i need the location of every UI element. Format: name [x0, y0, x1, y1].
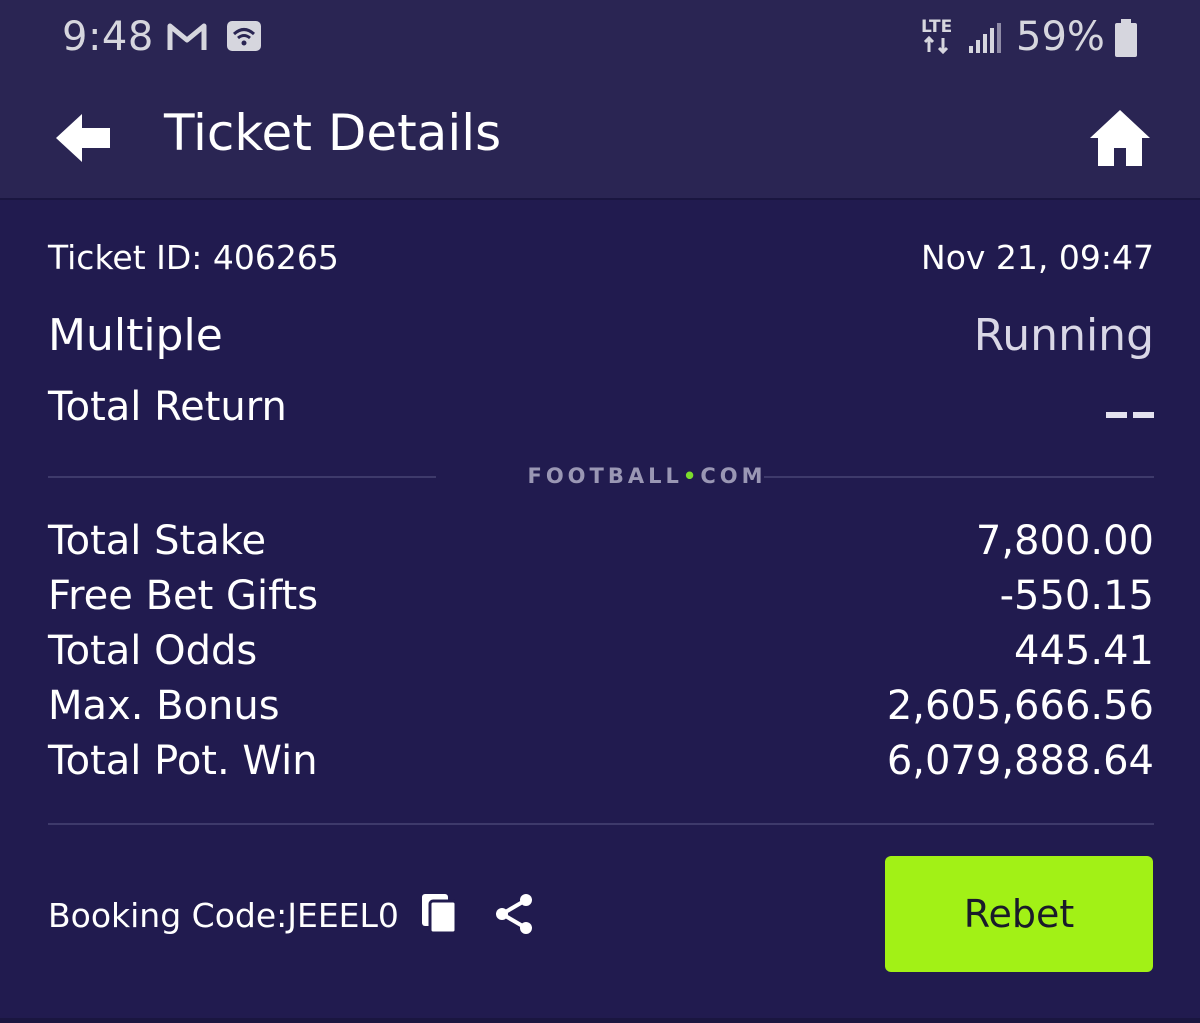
wifi-icon [227, 21, 261, 51]
summary-row-max-bonus: Max. Bonus 2,605,666.56 [48, 683, 1154, 735]
summary-value: 2,605,666.56 [886, 683, 1154, 729]
back-arrow-icon[interactable] [52, 106, 116, 170]
brand-divider: FOOTBALL•COM [48, 464, 1154, 490]
summary-row-total-pot-win: Total Pot. Win 6,079,888.64 [48, 738, 1154, 790]
bet-type-row: Multiple Running [48, 310, 1154, 366]
summary-value: 7,800.00 [975, 518, 1154, 564]
signal-icon [969, 23, 1001, 53]
ticket-info-row: Ticket ID: 406265 Nov 21, 09:47 [48, 238, 1154, 282]
summary-label: Max. Bonus [48, 683, 280, 729]
status-time: 9:48 [62, 14, 154, 60]
summary-label: Total Pot. Win [48, 738, 318, 784]
total-return-label: Total Return [48, 384, 287, 430]
lte-icon: LTE [921, 17, 952, 55]
app-bar: Ticket Details [0, 78, 1200, 200]
summary-value: -550.15 [999, 573, 1154, 619]
home-icon[interactable] [1088, 106, 1152, 170]
booking-code: Booking Code:JEEEL0 [48, 896, 399, 935]
svg-text:LTE: LTE [921, 17, 952, 37]
summary-label: Total Odds [48, 628, 258, 674]
battery-icon [1115, 19, 1137, 57]
gmail-icon [167, 23, 207, 50]
rebet-button[interactable]: Rebet [885, 856, 1153, 972]
status-bar: 9:48 LTE 59% [0, 0, 1200, 78]
battery-percent: 59% [1016, 14, 1105, 60]
summary-label: Free Bet Gifts [48, 573, 319, 619]
ticket-id: Ticket ID: 406265 [48, 238, 339, 277]
copy-icon[interactable] [420, 892, 460, 936]
ticket-datetime: Nov 21, 09:47 [921, 238, 1154, 277]
summary-value: 6,079,888.64 [886, 738, 1154, 784]
summary-label: Total Stake [48, 518, 267, 564]
page-title: Ticket Details [164, 104, 502, 162]
brand-logo: FOOTBALL•COM [527, 464, 767, 488]
summary-row-total-odds: Total Odds 445.41 [48, 628, 1154, 680]
bottom-edge [0, 1018, 1200, 1023]
summary-value: 445.41 [1014, 628, 1154, 674]
bet-type: Multiple [48, 310, 223, 361]
ticket-details: Ticket ID: 406265 Nov 21, 09:47 Multiple… [0, 200, 1200, 1023]
summary-row-free-bet-gifts: Free Bet Gifts -550.15 [48, 573, 1154, 625]
total-return-row: Total Return [48, 384, 1154, 436]
divider-line-left [48, 476, 436, 478]
bet-status: Running [973, 310, 1154, 361]
summary-row-total-stake: Total Stake 7,800.00 [48, 518, 1154, 570]
divider-line-right [764, 476, 1154, 478]
share-icon[interactable] [492, 892, 536, 936]
divider [48, 823, 1154, 825]
total-return-value [1106, 412, 1154, 420]
